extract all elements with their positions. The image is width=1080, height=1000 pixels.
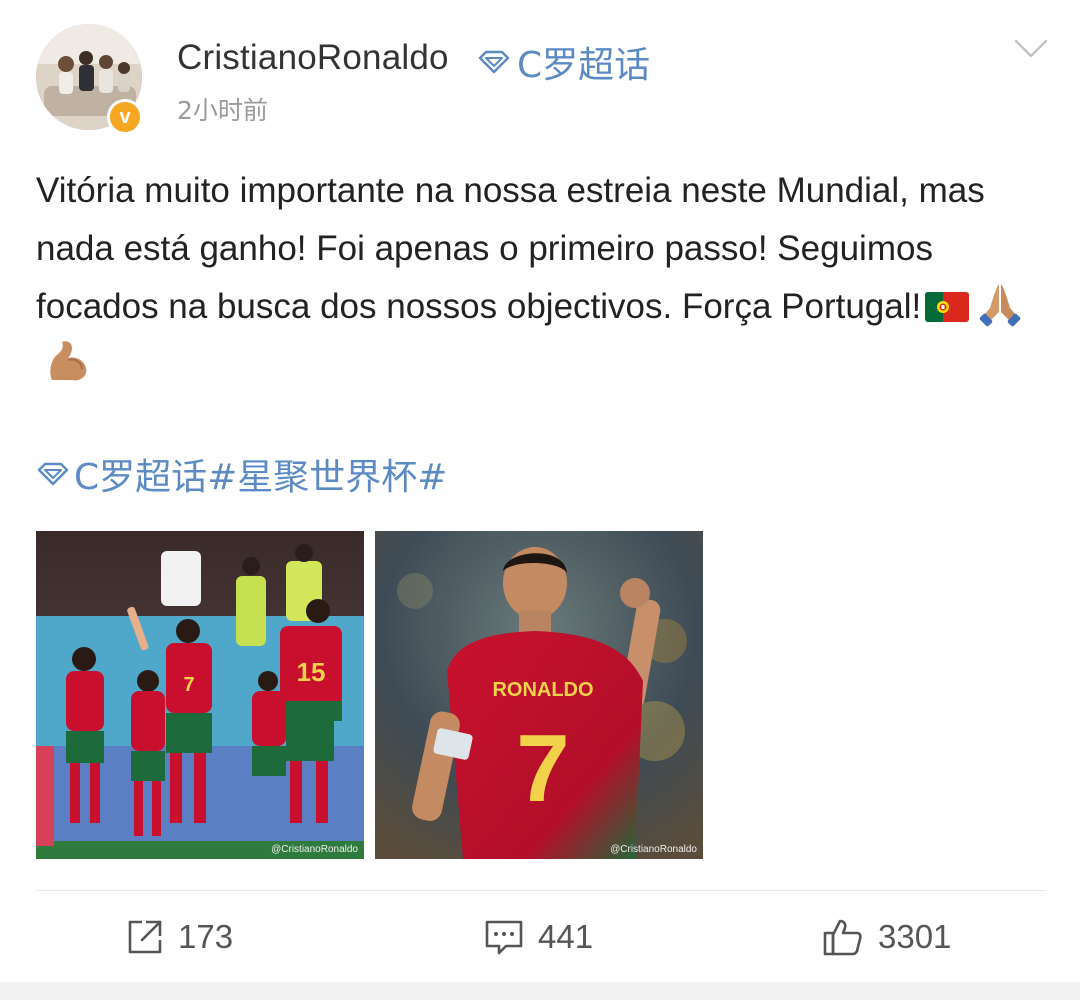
jersey-number: 7 <box>516 715 569 822</box>
folded-hands-icon <box>979 284 1021 327</box>
bottom-separator <box>0 982 1080 1000</box>
diamond-icon <box>478 50 510 74</box>
comment-icon <box>485 920 523 955</box>
verified-badge: v <box>107 99 143 135</box>
flag-portugal-icon <box>925 292 970 322</box>
topic-tags[interactable]: C罗超话#星聚世界杯# <box>36 448 447 500</box>
chevron-down-icon[interactable] <box>1014 38 1048 60</box>
topic-tags-text[interactable]: C罗超话#星聚世界杯# <box>74 448 447 500</box>
jersey-name: RONALDO <box>492 679 593 701</box>
super-topic-label: C罗超话 <box>517 45 651 86</box>
repost-count: 173 <box>178 918 234 955</box>
photo-watermark: @CristianoRonaldo <box>271 844 358 855</box>
post-photo-2[interactable]: RONALDO 7 @CristianoRonaldo <box>375 531 703 859</box>
like-button[interactable]: 3301 <box>822 912 951 962</box>
like-icon <box>823 919 862 956</box>
post-time: 2小时前 <box>177 96 268 125</box>
super-topic-link[interactable]: C罗超话 <box>477 36 650 88</box>
comment-button[interactable]: 441 <box>484 912 593 962</box>
like-count: 3301 <box>878 918 952 955</box>
repost-icon <box>128 920 162 954</box>
diamond-icon <box>37 462 69 486</box>
post-photo-1[interactable]: 7 15 @CristianoRonaldo <box>36 531 364 859</box>
photo-watermark: @CristianoRonaldo <box>610 844 697 855</box>
repost-button[interactable]: 173 <box>126 912 233 962</box>
svg-text:15: 15 <box>297 657 326 687</box>
flexed-biceps-icon <box>50 341 87 381</box>
divider <box>36 890 1046 891</box>
username[interactable]: CristianoRonaldo <box>177 38 449 78</box>
post-text-content: Vitória muito importante na nossa estrei… <box>36 171 985 326</box>
post-text: Vitória muito importante na nossa estrei… <box>36 162 1046 394</box>
svg-text:7: 7 <box>183 674 194 696</box>
comment-count: 441 <box>538 918 594 955</box>
